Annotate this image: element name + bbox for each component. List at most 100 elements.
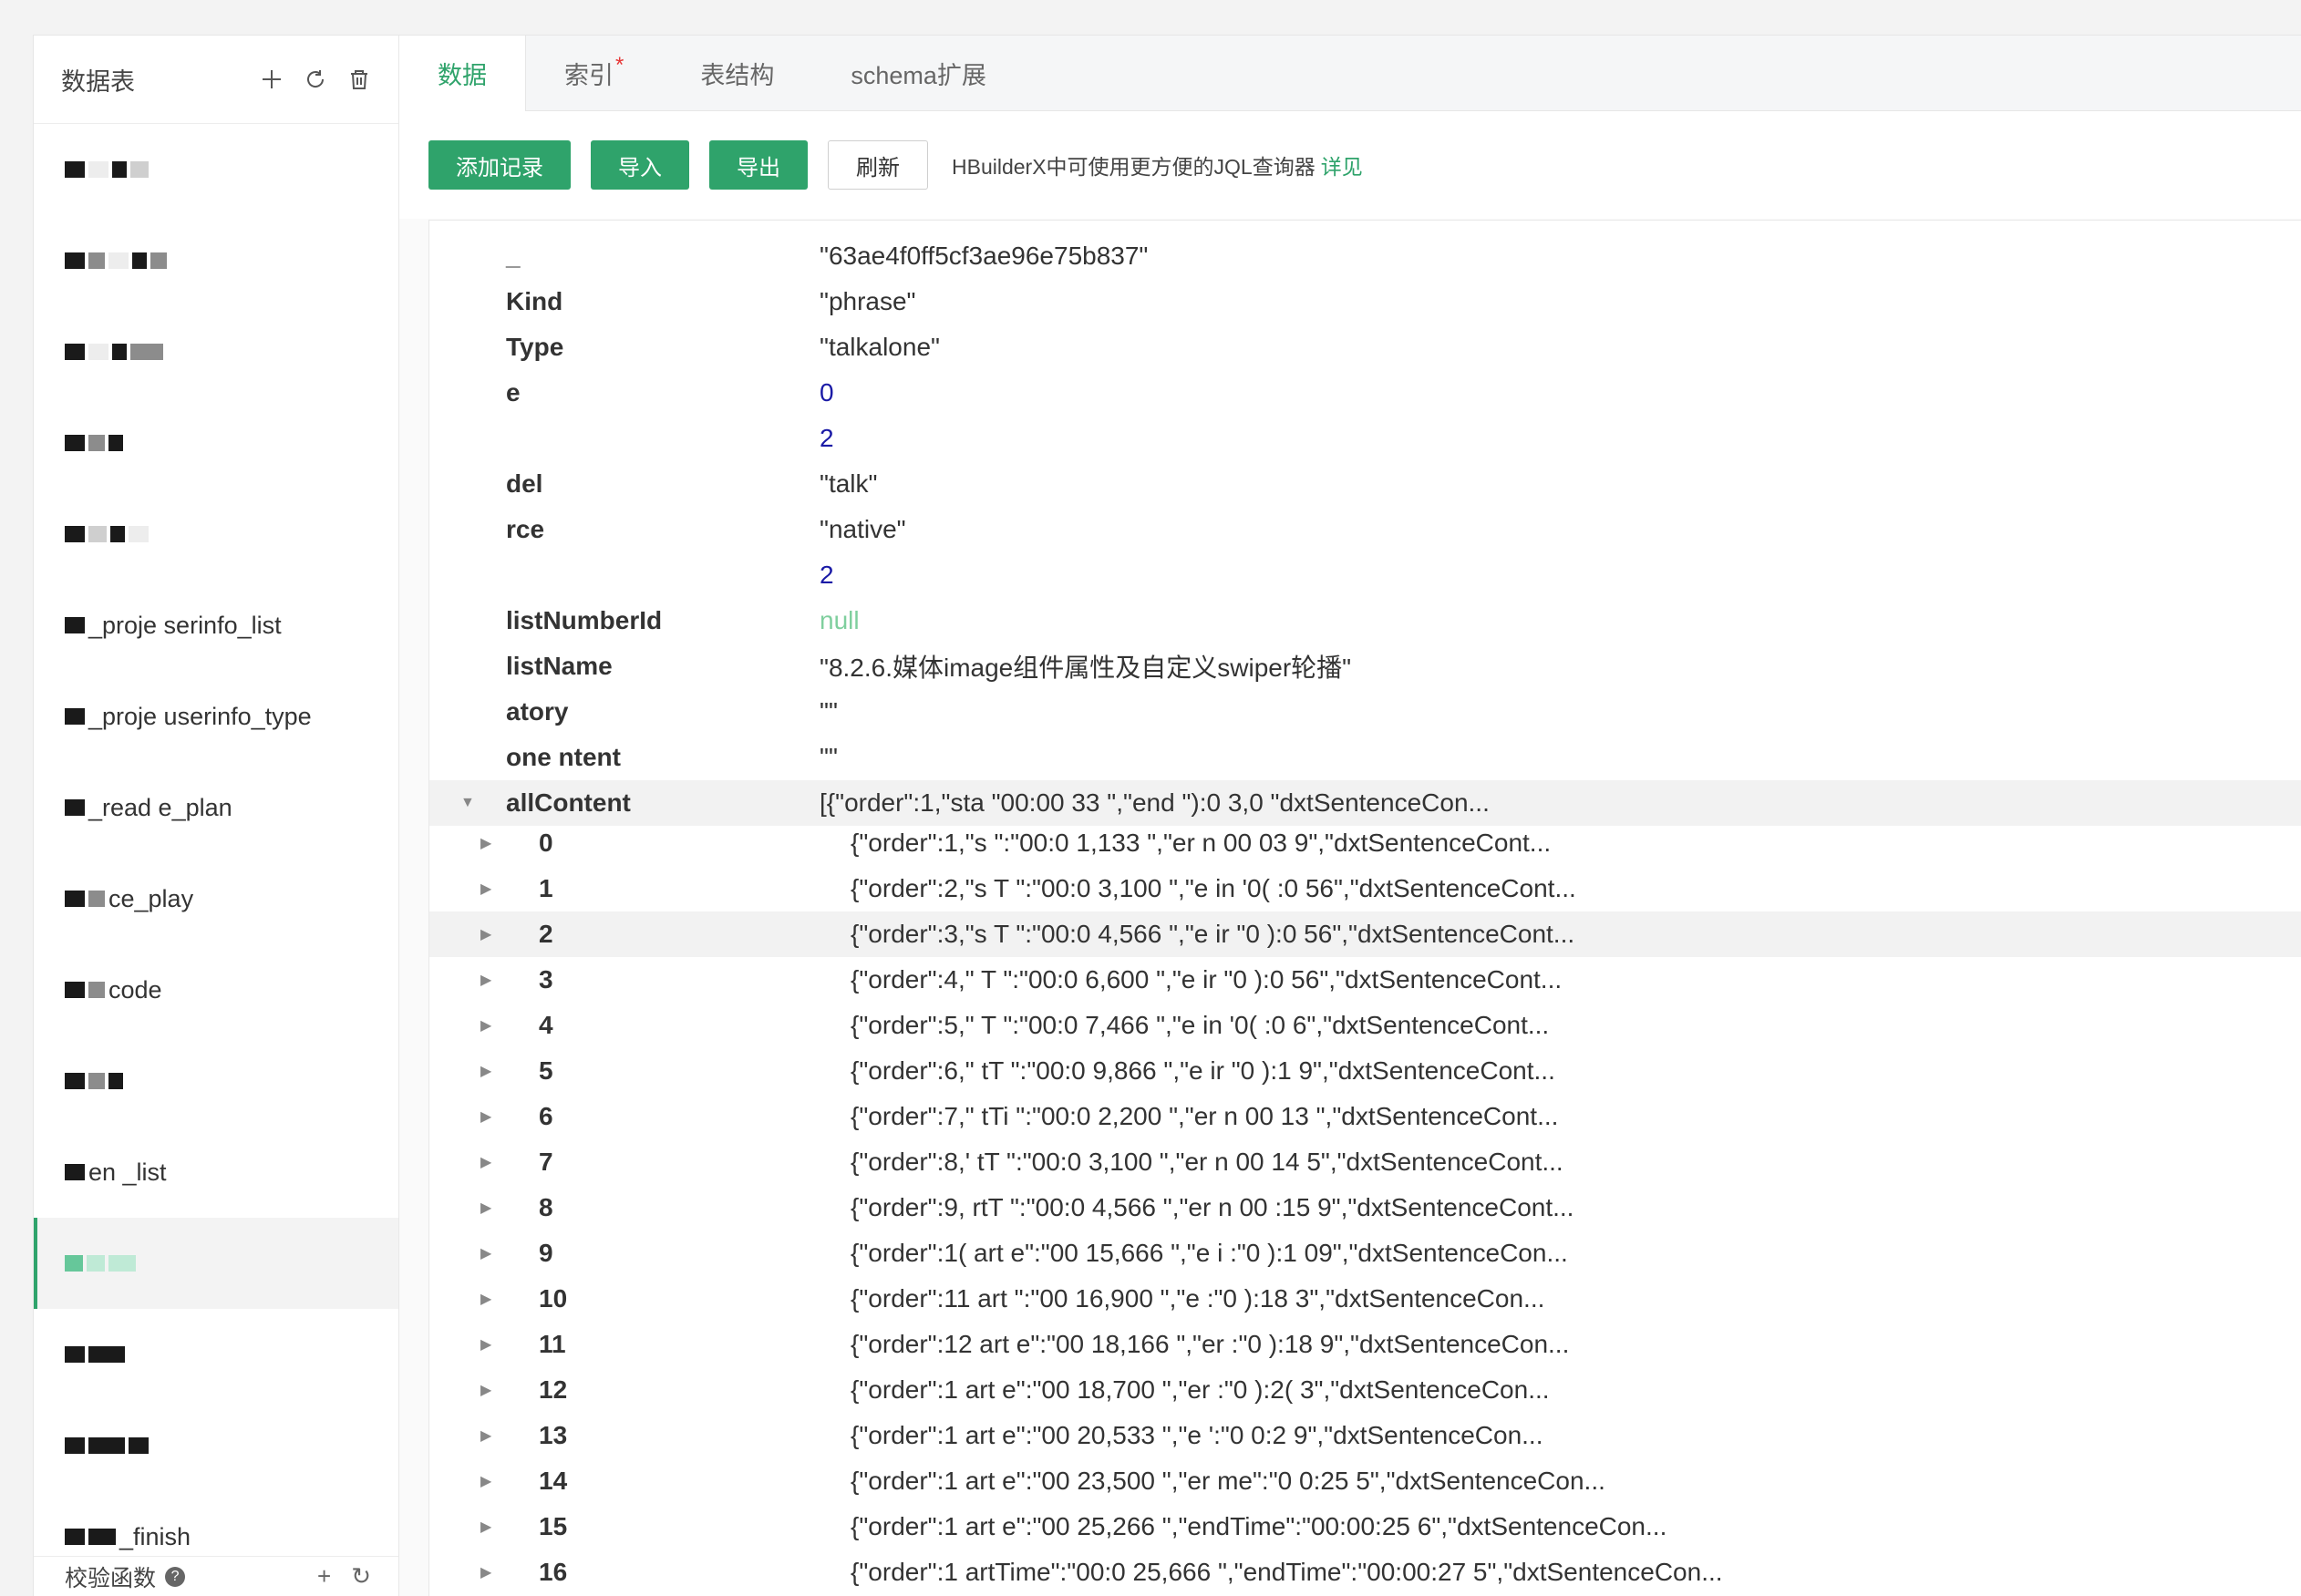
- export-button[interactable]: 导出: [709, 140, 808, 190]
- add-function-icon[interactable]: +: [317, 1562, 331, 1591]
- table-item[interactable]: code: [34, 944, 398, 1035]
- redacted-block: [87, 1255, 105, 1272]
- item-value: {"order":1 artTime":"00:0 25,666 ","endT…: [851, 1558, 1723, 1586]
- expand-caret-icon[interactable]: ▶: [480, 1335, 491, 1354]
- array-item-row[interactable]: ▶ 12 {"order":1 art e":"00 18,700 ","er :"…: [429, 1367, 2301, 1413]
- expand-caret-icon[interactable]: ▶: [480, 834, 491, 852]
- redacted-block: [65, 1164, 85, 1180]
- table-item[interactable]: _read e_plan: [34, 762, 398, 853]
- add-icon[interactable]: [260, 67, 284, 91]
- table-item[interactable]: [34, 489, 398, 580]
- redacted-block: [65, 982, 85, 998]
- delete-icon[interactable]: [347, 67, 371, 91]
- field-value: "": [820, 743, 838, 771]
- refresh-button[interactable]: 刷新: [828, 140, 928, 190]
- expand-caret-icon[interactable]: ▶: [480, 1153, 491, 1171]
- expand-caret-icon[interactable]: ▶: [480, 1472, 491, 1490]
- array-item-row[interactable]: ▶ 4 {"order":5," T ":"00:0 7,466 ","e in '…: [429, 1003, 2301, 1048]
- array-item-row[interactable]: ▶ 15 {"order":1 art e":"00 25,266 ","endTi…: [429, 1504, 2301, 1550]
- expand-caret-icon[interactable]: ▶: [480, 971, 491, 989]
- item-value: {"order":1 art e":"00 25,266 ","endTime"…: [851, 1512, 1667, 1540]
- expand-caret-icon[interactable]: ▶: [480, 1244, 491, 1262]
- help-icon[interactable]: ?: [165, 1566, 186, 1587]
- field-key: e: [506, 378, 521, 407]
- expand-caret-icon[interactable]: ▶: [480, 1290, 491, 1308]
- sidebar-header: 数据表: [34, 36, 398, 124]
- expand-caret-icon[interactable]: ▶: [480, 880, 491, 898]
- collapse-caret-icon[interactable]: ▼: [460, 795, 475, 811]
- table-item[interactable]: _proje serinfo_list: [34, 580, 398, 671]
- field-key: one ntent: [506, 743, 621, 771]
- record-field-row: _ "63ae4f0ff5cf3ae96e75b837": [429, 233, 2301, 279]
- expand-caret-icon[interactable]: ▶: [480, 1107, 491, 1126]
- expand-caret-icon[interactable]: ▶: [480, 1199, 491, 1217]
- array-item-row[interactable]: ▶ 2 {"order":3,"s T ":"00:0 4,566 ","e ir …: [429, 911, 2301, 957]
- array-item-row[interactable]: ▶ 14 {"order":1 art e":"00 23,500 ","er me…: [429, 1458, 2301, 1504]
- array-item-row[interactable]: ▶ 1 {"order":2,"s T ":"00:0 3,100 ","e in …: [429, 866, 2301, 911]
- redacted-block: [88, 1529, 116, 1545]
- array-item-row[interactable]: ▶ 0 {"order":1,"s ":"00:0 1,133 ","er n 00…: [429, 820, 2301, 866]
- array-item-row[interactable]: ▶ 16 {"order":1 artTime":"00:0 25,666 ","e…: [429, 1550, 2301, 1595]
- item-value: {"order":4," T ":"00:0 6,600 ","e ir "0 …: [851, 965, 1563, 994]
- table-item[interactable]: [34, 215, 398, 306]
- table-item-label: en _list: [88, 1158, 167, 1186]
- expand-caret-icon[interactable]: ▶: [480, 1381, 491, 1399]
- expand-caret-icon[interactable]: ▶: [480, 1016, 491, 1035]
- item-value: {"order":9, rtT ":"00:0 4,566 ","er n 00…: [851, 1193, 1574, 1221]
- item-value: {"order":2,"s T ":"00:0 3,100 ","e in '0…: [851, 874, 1576, 902]
- refresh-functions-icon[interactable]: ↻: [351, 1562, 371, 1591]
- table-item[interactable]: [34, 397, 398, 489]
- table-item[interactable]: [34, 306, 398, 397]
- redacted-block: [88, 161, 108, 178]
- expand-caret-icon[interactable]: ▶: [480, 1563, 491, 1581]
- item-index: 1: [539, 874, 553, 902]
- tab-data[interactable]: 数据: [399, 36, 526, 111]
- item-value: {"order":12 art e":"00 18,166 ","er :"0 …: [851, 1330, 1570, 1358]
- refresh-icon[interactable]: [304, 67, 327, 91]
- table-item[interactable]: [34, 124, 398, 215]
- array-item-row[interactable]: ▶ 8 {"order":9, rtT ":"00:0 4,566 ","er n …: [429, 1185, 2301, 1230]
- array-item-row[interactable]: ▶ 5 {"order":6," tT ":"00:0 9,866 ","e ir …: [429, 1048, 2301, 1094]
- add-record-button[interactable]: 添加记录: [428, 140, 571, 190]
- table-item[interactable]: _proje userinfo_type: [34, 671, 398, 762]
- details-link[interactable]: 详见: [1321, 155, 1363, 179]
- array-item-row[interactable]: ▶ 7 {"order":8,' tT ":"00:0 3,100 ","er n …: [429, 1139, 2301, 1185]
- redacted-block: [65, 252, 85, 269]
- tab-index[interactable]: 索引 *: [526, 36, 662, 110]
- table-item[interactable]: ce_play: [34, 853, 398, 944]
- table-item-selected[interactable]: [34, 1218, 398, 1309]
- expand-caret-icon[interactable]: ▶: [480, 1426, 491, 1445]
- table-item-label: code: [108, 975, 162, 1004]
- redacted-block: [112, 161, 127, 178]
- array-item-row[interactable]: ▶ 3 {"order":4," T ":"00:0 6,600 ","e ir "…: [429, 957, 2301, 1003]
- field-value: null: [820, 606, 860, 634]
- redacted-block: [108, 252, 129, 269]
- redacted-block: [88, 252, 105, 269]
- toolbar: 添加记录 导入 导出 刷新 HBuilderX中可使用更方便的JQL查询器 详见: [399, 111, 2301, 219]
- redacted-block: [108, 1255, 136, 1272]
- redacted-block: [150, 252, 167, 269]
- array-field-row[interactable]: ▼ allContent [{"order":1,"sta "00:00 33 ",…: [429, 780, 2301, 826]
- table-item[interactable]: [34, 1400, 398, 1491]
- expand-caret-icon[interactable]: ▶: [480, 925, 491, 943]
- redacted-block: [65, 799, 85, 816]
- tab-label: 索引: [564, 61, 614, 89]
- redacted-block: [110, 526, 125, 542]
- redacted-block: [65, 1346, 85, 1363]
- table-item[interactable]: en _list: [34, 1127, 398, 1218]
- tab-schema-ext[interactable]: schema扩展: [812, 36, 1025, 110]
- tab-label: 数据: [438, 62, 487, 89]
- import-button[interactable]: 导入: [591, 140, 689, 190]
- main-panel: 数据 索引 * 表结构 schema扩展 添加记录 导入 导出 刷新 HBuild…: [399, 36, 2301, 1596]
- expand-caret-icon[interactable]: ▶: [480, 1518, 491, 1536]
- table-item[interactable]: [34, 1309, 398, 1400]
- tab-schema[interactable]: 表结构: [662, 36, 812, 110]
- array-item-row[interactable]: ▶ 11 {"order":12 art e":"00 18,166 ","er :…: [429, 1322, 2301, 1367]
- validate-functions-section[interactable]: 校验函数 ? + ↻: [34, 1556, 398, 1596]
- table-item[interactable]: [34, 1035, 398, 1127]
- array-item-row[interactable]: ▶ 6 {"order":7," tTi ":"00:0 2,200 ","er n…: [429, 1094, 2301, 1139]
- expand-caret-icon[interactable]: ▶: [480, 1062, 491, 1080]
- array-item-row[interactable]: ▶ 10 {"order":11 art ":"00 16,900 ","e :"0…: [429, 1276, 2301, 1322]
- array-item-row[interactable]: ▶ 13 {"order":1 art e":"00 20,533 ","e ':"…: [429, 1413, 2301, 1458]
- array-item-row[interactable]: ▶ 9 {"order":1( art e":"00 15,666 ","e i :…: [429, 1230, 2301, 1276]
